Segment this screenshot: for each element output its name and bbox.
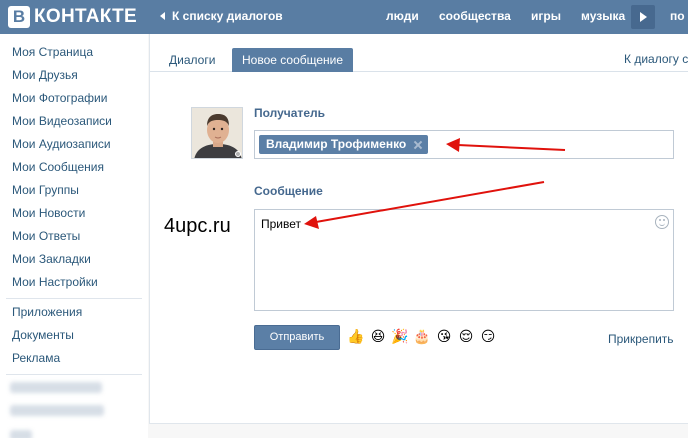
annotation-arrows: [304, 138, 566, 229]
annotation-arrow-recipient: [446, 138, 566, 152]
annotation-arrow-message: [304, 181, 545, 229]
